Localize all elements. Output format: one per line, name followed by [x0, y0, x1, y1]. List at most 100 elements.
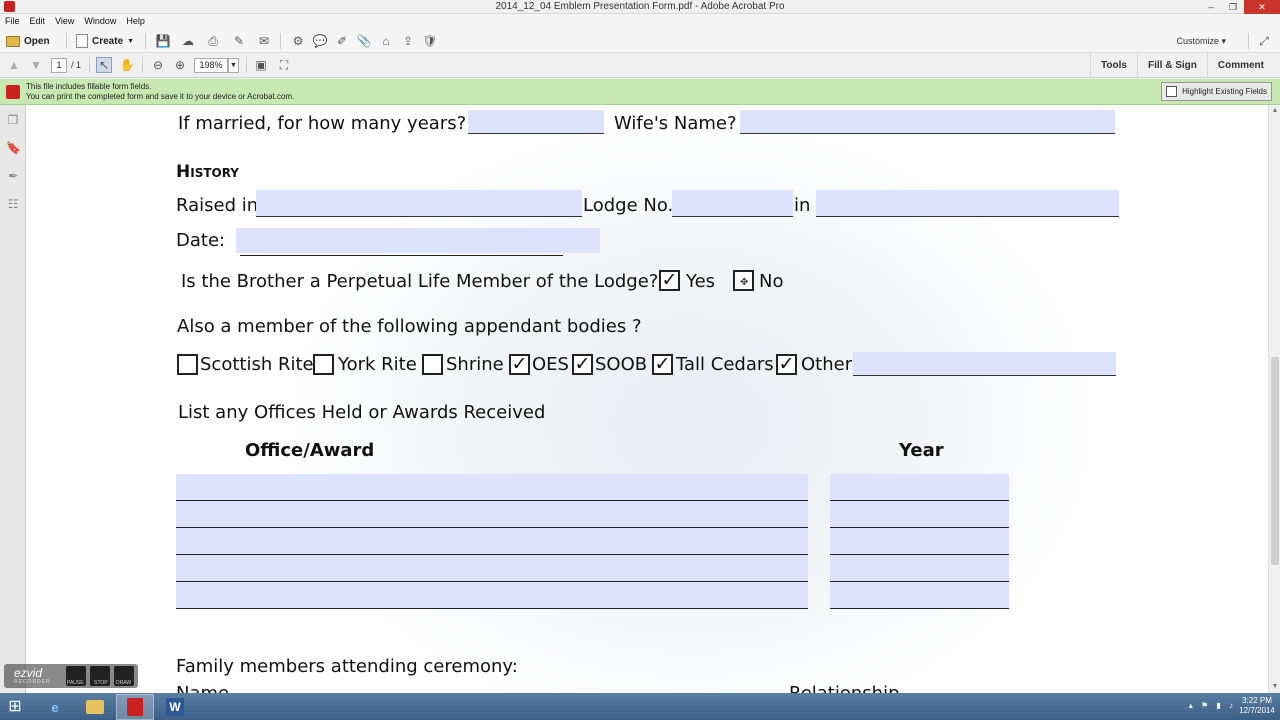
other-checkbox[interactable]: ✓ [776, 354, 797, 375]
page-total: / 1 [71, 60, 82, 70]
system-tray-icons[interactable]: ▴ ⚑ ▮ ♪ [1189, 701, 1236, 710]
check-mark-icon: ✓ [661, 269, 678, 291]
perpetual-yes-checkbox[interactable]: ✓ [659, 270, 680, 291]
scrollbar-thumb[interactable] [1271, 357, 1279, 565]
previous-page-icon[interactable]: ▲ [6, 57, 22, 73]
shrine-checkbox[interactable] [422, 354, 443, 375]
zoom-level-input[interactable]: 198% [194, 58, 228, 73]
menu-help[interactable]: Help [126, 14, 145, 29]
edit-icon[interactable]: ✎ [231, 33, 247, 49]
minimize-button[interactable]: – [1200, 0, 1222, 14]
menu-window[interactable]: Window [84, 14, 116, 29]
zoom-in-icon[interactable]: ⊕ [172, 57, 188, 73]
year-row-line [830, 581, 1009, 582]
lodge-number-label: Lodge No. [583, 195, 674, 216]
pause-label: PAUSE [67, 680, 84, 686]
comment-icon[interactable]: 💬 [312, 33, 328, 49]
print-icon[interactable]: ⎙ [205, 33, 221, 49]
expand-icon[interactable]: ⤢ [1256, 33, 1272, 49]
hand-tool-icon[interactable]: ✋ [119, 57, 135, 73]
tab-comment[interactable]: Comment [1206, 53, 1274, 78]
wife-name-field[interactable] [740, 110, 1115, 134]
lodge-location-label: in [794, 195, 811, 216]
protect-icon[interactable]: 🛡 [422, 33, 438, 49]
windows-start-icon[interactable]: ⊞ [4, 696, 26, 718]
date-field[interactable] [236, 228, 600, 253]
lodge-number-field[interactable] [672, 190, 793, 217]
save-icon[interactable]: 💾 [155, 33, 171, 49]
raised-in-field[interactable] [256, 190, 582, 217]
page-number-input[interactable]: 1 [51, 58, 67, 73]
bookmarks-icon[interactable]: 🔖 [6, 141, 21, 155]
tall-cedars-checkbox[interactable]: ✓ [652, 354, 673, 375]
shrine-label: Shrine [446, 354, 504, 375]
year-field-block[interactable] [830, 474, 1009, 609]
settings-icon[interactable]: ⚙ [290, 33, 306, 49]
create-label: Create [92, 35, 124, 47]
oes-checkbox[interactable]: ✓ [509, 354, 530, 375]
scroll-up-icon[interactable]: ▲ [1269, 105, 1280, 117]
close-button[interactable]: ✕ [1244, 0, 1280, 14]
tab-tools[interactable]: Tools [1090, 53, 1137, 78]
file-explorer-icon[interactable] [76, 694, 114, 720]
customize-label: Customize [1176, 36, 1219, 46]
page-thumbnails-icon[interactable]: ❐ [6, 113, 20, 127]
customize-menu[interactable]: Customize ▾ [1176, 36, 1226, 47]
relationship-column-header: Relationship [789, 683, 900, 693]
vertical-scrollbar[interactable]: ▲ ▼ [1268, 105, 1280, 693]
email-icon[interactable]: ✉ [256, 33, 272, 49]
next-page-icon[interactable]: ▼ [28, 57, 44, 73]
lodge-location-field[interactable] [816, 190, 1119, 217]
fit-page-icon[interactable]: ▣ [253, 57, 269, 73]
layers-icon[interactable]: ☷ [6, 197, 20, 211]
highlight-fields-icon [1166, 86, 1178, 97]
highlight-icon[interactable]: ✐ [334, 33, 350, 49]
stamp-icon[interactable]: ⌂ [378, 33, 394, 49]
create-button[interactable]: Create ▼ [76, 32, 134, 50]
scroll-down-icon[interactable]: ▼ [1269, 681, 1280, 693]
appendant-bodies-question: Also a member of the following appendant… [177, 316, 642, 337]
menu-view[interactable]: View [55, 14, 74, 29]
toolbar-divider [145, 33, 146, 49]
office-award-column-header: Office/Award [245, 440, 375, 461]
zoom-out-icon[interactable]: ⊖ [150, 57, 166, 73]
tab-fill-sign[interactable]: Fill & Sign [1136, 53, 1207, 78]
open-button[interactable]: Open [6, 32, 50, 50]
cloud-upload-icon[interactable]: ☁ [180, 33, 196, 49]
menu-edit[interactable]: Edit [30, 14, 46, 29]
scottish-rite-checkbox[interactable] [177, 354, 198, 375]
full-screen-icon[interactable]: ⛶ [276, 57, 292, 73]
zoom-dropdown-button[interactable]: ▼ [228, 58, 239, 73]
create-pdf-icon [76, 34, 88, 48]
form-notification-bar: This file includes fillable form fields.… [0, 79, 1280, 105]
highlight-fields-button[interactable]: Highlight Existing Fields [1161, 82, 1272, 101]
title-bar: 2014_12_04 Emblem Presentation Form.pdf … [0, 0, 1280, 14]
word-taskbar-icon[interactable]: W [156, 694, 194, 720]
notification-line-2: You can print the completed form and sav… [26, 92, 295, 101]
signatures-icon[interactable]: ✒ [6, 169, 20, 183]
export-icon[interactable]: ⇪ [400, 33, 416, 49]
office-row-line [176, 500, 808, 501]
menu-bar: File Edit View Window Help [0, 14, 1280, 29]
year-row-line [830, 500, 1009, 501]
menu-file[interactable]: File [5, 14, 20, 29]
soob-label: SOOB [595, 354, 648, 375]
raised-in-label: Raised in [176, 195, 259, 216]
perpetual-no-label: No [759, 271, 784, 292]
toolbar-divider [142, 57, 143, 73]
office-award-field-block[interactable] [176, 474, 808, 609]
other-body-field[interactable] [853, 352, 1116, 376]
soob-checkbox[interactable]: ✓ [572, 354, 593, 375]
taskbar-clock[interactable]: 3:22 PM 12/7/2014 [1238, 696, 1276, 716]
attach-icon[interactable]: 📎 [356, 33, 372, 49]
history-heading: History [176, 162, 239, 182]
select-tool-icon[interactable]: ↖ [96, 57, 112, 73]
acrobat-taskbar-icon[interactable] [116, 694, 154, 720]
restore-button[interactable]: ❐ [1222, 0, 1244, 14]
window-controls: – ❐ ✕ [1200, 0, 1280, 14]
married-years-field[interactable] [468, 110, 604, 134]
office-row-line [176, 527, 808, 528]
internet-explorer-icon[interactable]: e [36, 694, 74, 720]
york-rite-checkbox[interactable] [313, 354, 334, 375]
married-years-label: If married, for how many years? [178, 113, 467, 134]
